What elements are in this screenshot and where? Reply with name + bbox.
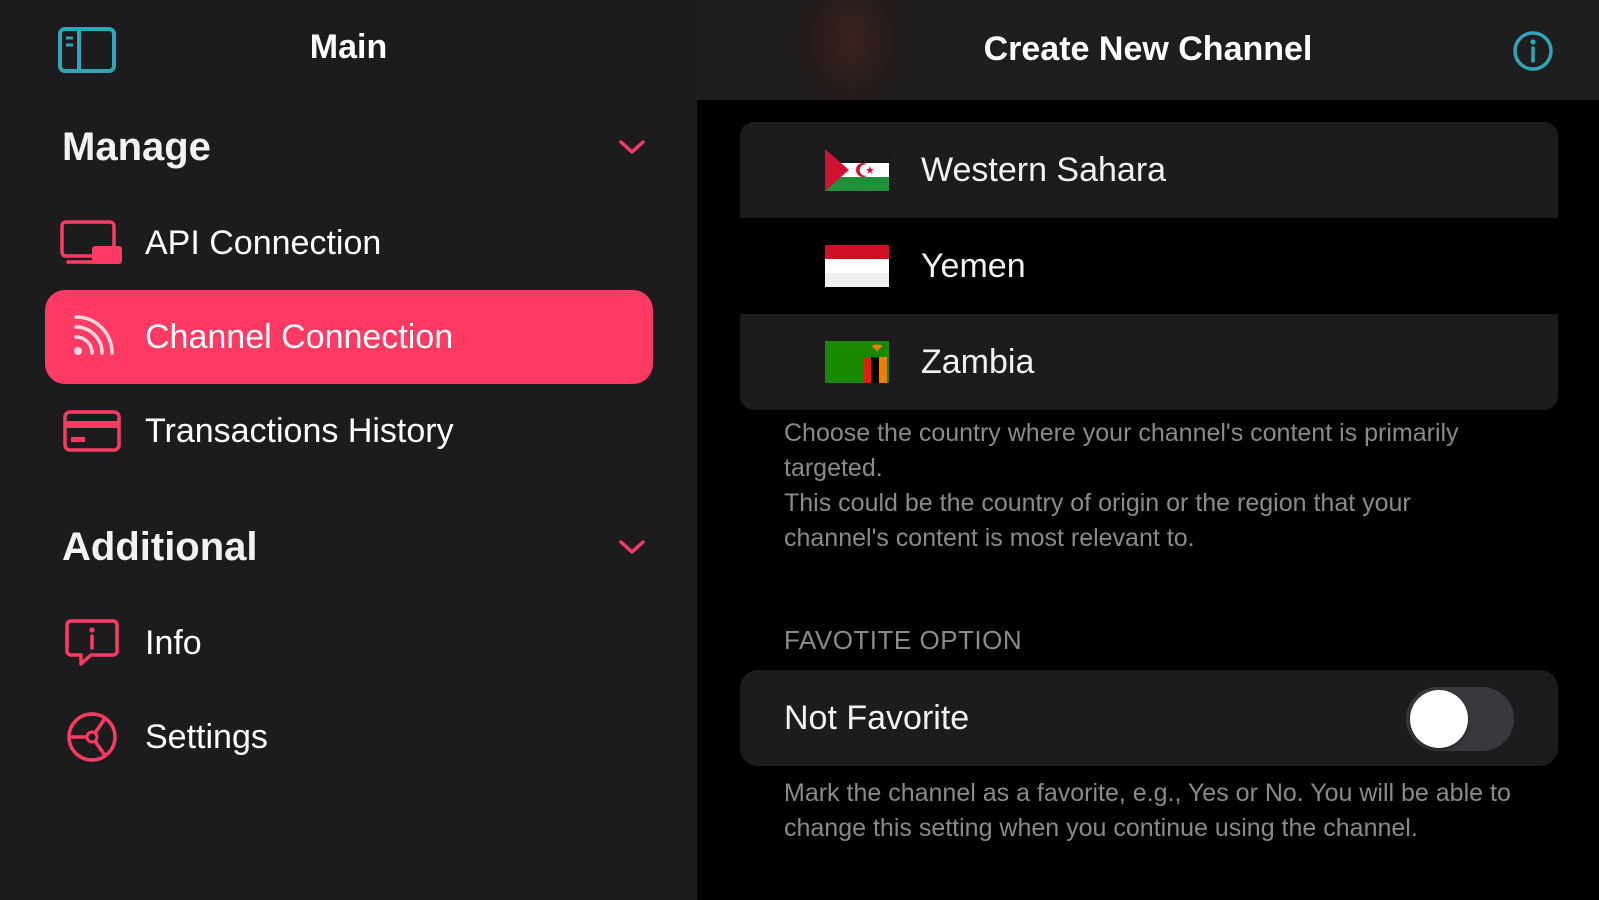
section-title-additional: Additional [62, 524, 258, 569]
favorite-toggle[interactable] [1406, 687, 1514, 751]
list-item-yemen[interactable]: Yemen [740, 218, 1558, 314]
sidebar-item-channel-connection[interactable]: Channel Connection [45, 290, 653, 384]
list-item-zambia[interactable]: Zambia [740, 314, 1558, 410]
western-sahara-flag [825, 149, 889, 191]
zambia-flag [825, 341, 889, 383]
country-name: Yemen [921, 246, 1026, 285]
section-title-manage: Manage [62, 124, 211, 169]
info-circle-icon[interactable] [1512, 30, 1554, 72]
country-helper-line: Choose the country where your channel's … [784, 419, 1459, 482]
toggle-knob [1410, 690, 1468, 748]
section-header-manage[interactable]: Manage [62, 122, 647, 172]
sidebar-item-label: Transactions History [145, 411, 454, 450]
sidebar-item-label: API Connection [145, 223, 382, 262]
sidebar-item-label: Channel Connection [145, 317, 454, 356]
favorite-row: Not Favorite [740, 670, 1558, 766]
favorite-section-caption: FAVOTITE OPTION [784, 625, 1023, 655]
section-header-additional[interactable]: Additional [62, 522, 647, 572]
page-title: Create New Channel [983, 30, 1313, 68]
steering-wheel-icon [60, 709, 124, 765]
credit-card-icon [60, 403, 124, 459]
country-helper-text: Choose the country where your channel's … [784, 416, 1519, 556]
favorite-label: Not Favorite [784, 698, 970, 737]
sidebar-header: Main [0, 0, 697, 100]
chevron-down-icon [619, 540, 645, 554]
country-helper-line: This could be the country of origin or t… [784, 489, 1411, 552]
sidebar: Main Manage API Connection Channel Conne… [0, 0, 697, 900]
sidebar-item-label: Info [145, 623, 202, 662]
sidebar-item-api-connection[interactable]: API Connection [45, 196, 653, 290]
sidebar-item-settings[interactable]: Settings [45, 690, 653, 784]
main-header: Create New Channel [697, 0, 1599, 100]
sidebar-item-label: Settings [145, 717, 268, 756]
favorite-helper-text: Mark the channel as a favorite, e.g., Ye… [784, 779, 1511, 842]
rss-feed-icon [60, 309, 124, 365]
info-bubble-icon [60, 615, 124, 671]
sidebar-title: Main [309, 28, 388, 66]
chevron-down-icon [619, 140, 645, 154]
country-name: Zambia [921, 342, 1035, 381]
sidebar-item-info[interactable]: Info [45, 596, 653, 690]
devices-icon [60, 215, 124, 271]
list-item-western-sahara[interactable]: Western Sahara [740, 122, 1558, 218]
sidebar-item-transactions-history[interactable]: Transactions History [45, 384, 653, 478]
country-list: Western Sahara Yemen Zambia [740, 122, 1558, 410]
country-name: Western Sahara [921, 150, 1167, 189]
yemen-flag [825, 245, 889, 287]
